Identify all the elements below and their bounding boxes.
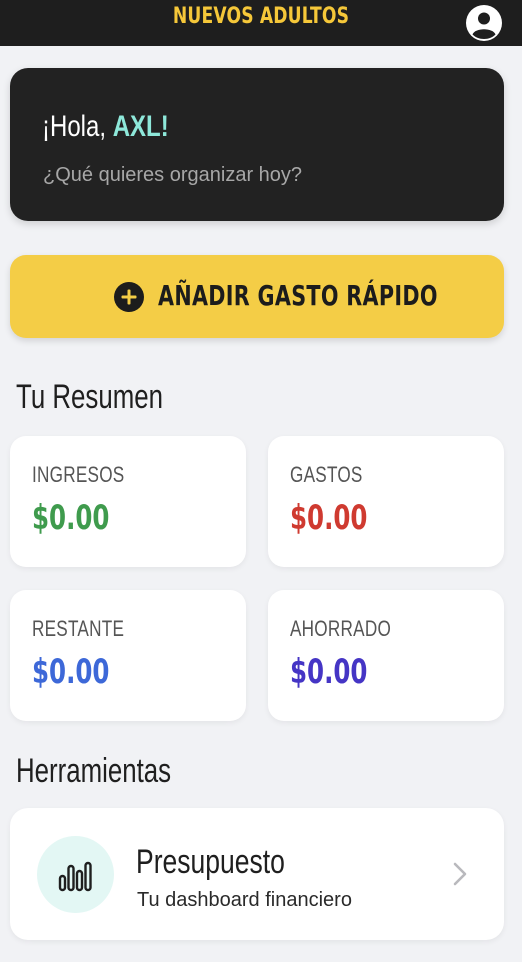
summary-card-ahorrado: AHORRADO $0.00 <box>268 590 504 721</box>
summary-card-ingresos: INGRESOS $0.00 <box>10 436 246 567</box>
summary-card-label: GASTOS <box>290 462 363 487</box>
summary-card-label: INGRESOS <box>32 462 125 487</box>
summary-card-value: $0.00 <box>32 498 110 538</box>
summary-card-value: $0.00 <box>32 652 110 692</box>
summary-card-label: AHORRADO <box>290 616 392 641</box>
summary-card-restante: RESTANTE $0.00 <box>10 590 246 721</box>
summary-card-value: $0.00 <box>290 652 368 692</box>
summary-card-value: $0.00 <box>290 498 368 538</box>
greeting-heading: ¡Hola, AXL! <box>42 110 169 144</box>
chevron-right-icon <box>453 862 467 886</box>
quick-add-expense-button[interactable]: AÑADIR GASTO RÁPIDO <box>10 255 504 338</box>
tool-icon-badge <box>37 836 114 913</box>
tool-subtitle: Tu dashboard financiero <box>137 889 352 911</box>
greeting-card: ¡Hola, AXL! ¿Qué quieres organizar hoy? <box>10 68 504 221</box>
tools-title: Herramientas <box>16 752 172 790</box>
user-circle-icon <box>466 5 502 41</box>
user-profile-button[interactable] <box>466 5 502 41</box>
top-bar: NUEVOS ADULTOS <box>0 0 522 46</box>
summary-title: Tu Resumen <box>16 378 163 416</box>
tool-item-presupuesto[interactable]: Presupuesto Tu dashboard financiero <box>10 808 504 940</box>
greeting-prompt: ¿Qué quieres organizar hoy? <box>43 164 303 186</box>
quick-add-label: AÑADIR GASTO RÁPIDO <box>158 279 438 312</box>
greeting-hello: ¡Hola, <box>42 110 107 143</box>
greeting-user-name: AXL! <box>112 110 169 143</box>
app-title: NUEVOS ADULTOS <box>172 4 350 29</box>
summary-card-label: RESTANTE <box>32 616 125 641</box>
summary-card-gastos: GASTOS $0.00 <box>268 436 504 567</box>
bar-chart-icon <box>58 861 92 892</box>
plus-circle-icon <box>114 282 144 312</box>
tool-title: Presupuesto <box>136 843 285 881</box>
